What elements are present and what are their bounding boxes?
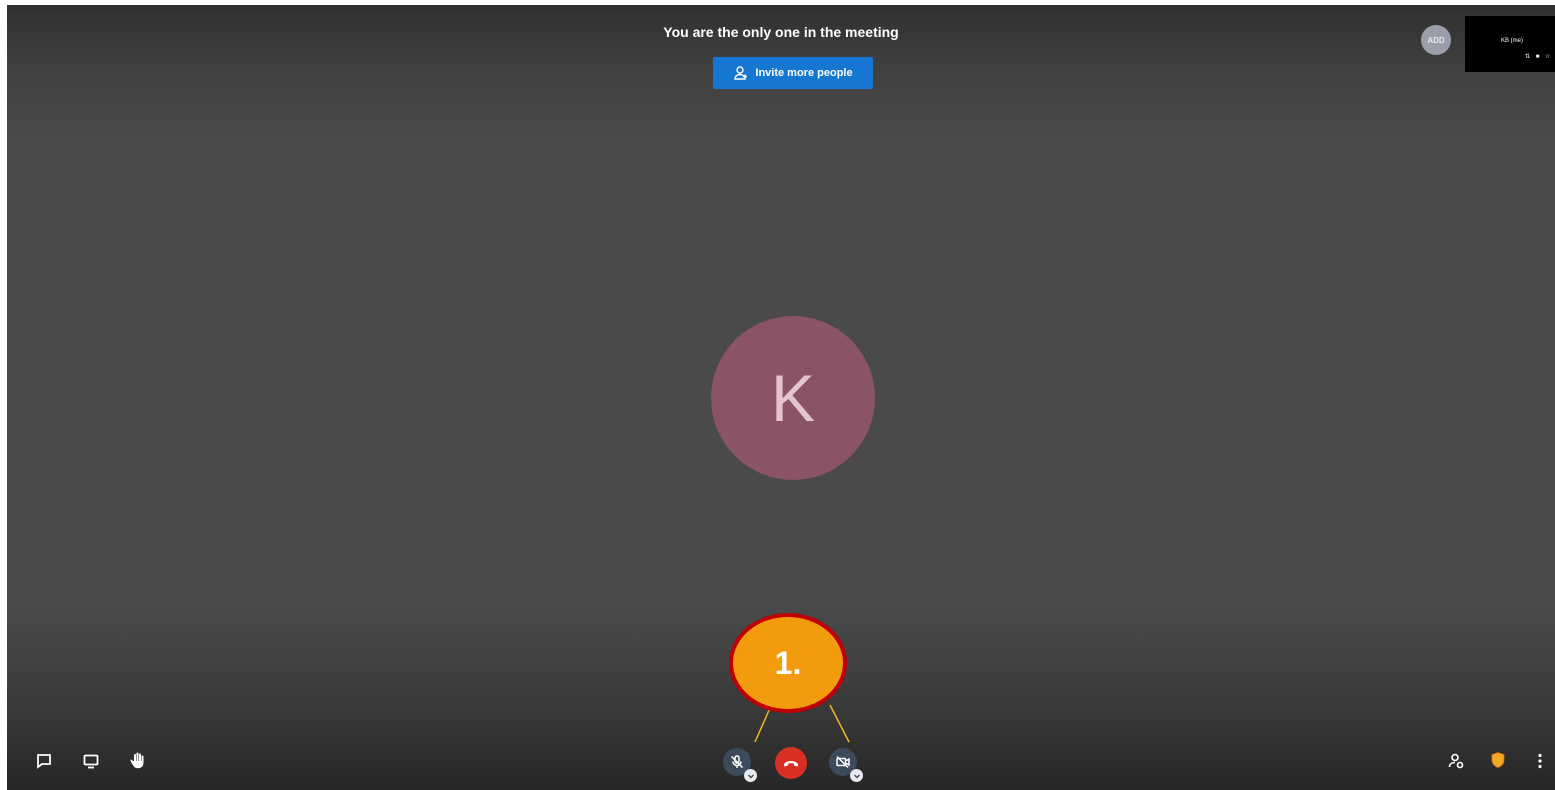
camera-options-chevron[interactable] (850, 769, 863, 782)
chat-icon[interactable] (32, 749, 56, 773)
microphone-options-chevron[interactable] (744, 769, 757, 782)
meeting-status-message: You are the only one in the meeting (663, 24, 899, 40)
self-view-status-icons: ⇅ ■ ☆ (1525, 54, 1553, 60)
hang-up-button[interactable] (775, 747, 807, 779)
microphone-toggle-button[interactable] (723, 748, 757, 782)
main-participant-avatar: K (711, 316, 875, 480)
chevron-down-icon (853, 774, 860, 778)
microphone-muted-icon (730, 755, 744, 769)
participants-icon[interactable] (1444, 749, 1468, 773)
more-options-icon[interactable] (1528, 749, 1552, 773)
raise-hand-icon[interactable] (126, 748, 150, 772)
camera-toggle-button[interactable] (829, 748, 863, 782)
invite-more-people-button[interactable]: Invite more people (713, 57, 873, 89)
security-shield-icon[interactable] (1486, 748, 1510, 772)
self-view-name: KB (me) (1501, 38, 1524, 44)
camera-off-icon (836, 755, 850, 769)
chevron-down-icon (747, 774, 754, 778)
remote-participant-avatar[interactable]: ADD (1421, 25, 1451, 55)
add-person-icon (734, 66, 748, 80)
phone-hangup-icon (784, 761, 798, 767)
meeting-stage: You are the only one in the meeting Invi… (7, 5, 1555, 790)
invite-button-label: Invite more people (755, 67, 853, 79)
screen-share-icon[interactable] (79, 749, 103, 773)
annotation-step-badge: 1. (729, 613, 847, 713)
self-view-tile[interactable]: KB (me) ⇅ ■ ☆ (1465, 16, 1555, 72)
